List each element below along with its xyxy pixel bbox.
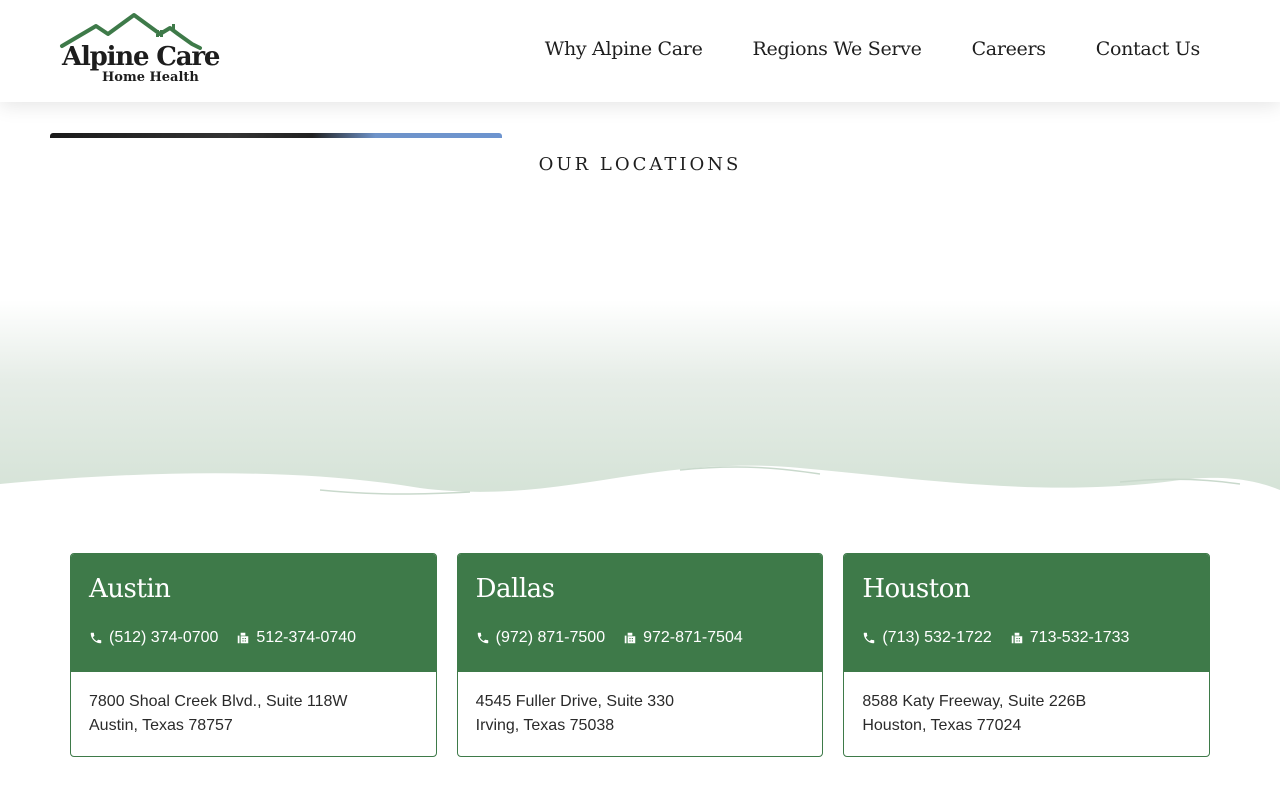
fax-number: 972-871-7504 [643,629,743,646]
phone-number: (972) 871-7500 [495,629,606,646]
wave-divider [0,465,1280,510]
fax-icon [236,631,250,645]
location-card-houston: Houston (713) 532-1722 713-532-1733 8588… [843,553,1211,757]
address-line-1: 7800 Shoal Creek Blvd., Suite 118W [89,693,348,710]
card-header: Houston (713) 532-1722 713-532-1733 [844,554,1210,672]
fax-icon [1010,631,1024,645]
fax-number: 512-374-0740 [256,629,357,646]
card-address: 8588 Katy Freeway, Suite 226B Houston, T… [844,672,1209,738]
location-card-dallas: Dallas (972) 871-7500 972-871-7504 4545 … [456,553,824,757]
fax-info: 713-532-1733 [1010,629,1130,647]
nav-careers[interactable]: Careers [972,38,1046,60]
location-cards: Austin (512) 374-0700 512-374-0740 7800 … [70,553,1211,757]
nav-why-alpine-care[interactable]: Why Alpine Care [545,38,703,60]
card-header: Dallas (972) 871-7500 972-871-7504 [457,554,823,672]
address-line-2: Austin, Texas 78757 [89,717,233,734]
fax-info: 512-374-0740 [236,629,356,647]
fax-info: 972-871-7504 [623,629,743,647]
logo-link[interactable]: Alpine Care Home Health [58,10,220,92]
fax-icon [623,631,637,645]
main-nav: Why Alpine Care Regions We Serve Careers… [545,38,1201,60]
address-line-2: Houston, Texas 77024 [862,717,1022,734]
phone-link[interactable]: (972) 871-7500 [476,629,605,647]
card-header: Austin (512) 374-0700 512-374-0740 [71,554,436,672]
address-line-2: Irving, Texas 75038 [475,717,615,734]
fax-number: 713-532-1733 [1029,629,1130,646]
phone-icon [862,631,876,645]
hero-photo-edge [50,133,502,138]
logo-tagline: Home Health [102,70,199,85]
card-city: Austin [89,574,171,604]
card-city: Houston [862,574,971,604]
card-city: Dallas [475,574,555,604]
card-contacts: (713) 532-1722 713-532-1733 [862,629,1129,647]
address-line-1: 8588 Katy Freeway, Suite 226B [862,693,1087,710]
address-line-1: 4545 Fuller Drive, Suite 330 [475,693,674,710]
nav-contact-us[interactable]: Contact Us [1096,38,1201,60]
phone-link[interactable]: (713) 532-1722 [862,629,992,647]
site-header: Alpine Care Home Health Why Alpine Care … [0,0,1280,102]
logo-title: Alpine Care [62,42,220,72]
phone-link[interactable]: (512) 374-0700 [89,629,218,647]
phone-icon [89,631,103,645]
card-address: 4545 Fuller Drive, Suite 330 Irving, Tex… [458,672,823,738]
card-contacts: (512) 374-0700 512-374-0740 [89,629,356,647]
card-contacts: (972) 871-7500 972-871-7504 [476,629,743,647]
phone-number: (713) 532-1722 [882,629,992,646]
phone-icon [476,631,490,645]
section-eyebrow: OUR LOCATIONS [538,154,742,175]
location-card-austin: Austin (512) 374-0700 512-374-0740 7800 … [70,553,437,757]
phone-number: (512) 374-0700 [109,629,219,646]
nav-regions-we-serve[interactable]: Regions We Serve [753,38,922,60]
card-address: 7800 Shoal Creek Blvd., Suite 118W Austi… [71,672,436,738]
